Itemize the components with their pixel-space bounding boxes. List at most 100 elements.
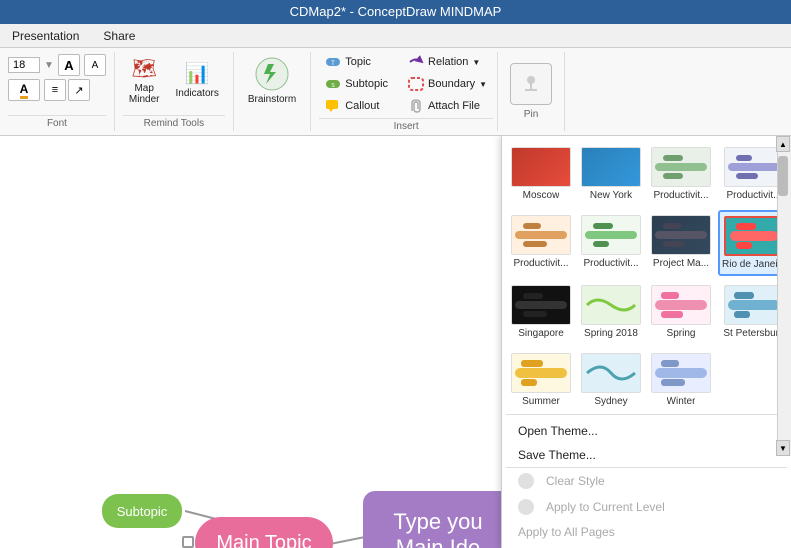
pin-label: Pin [524, 109, 538, 120]
brainstorm-btn[interactable]: Brainstorm [242, 52, 302, 108]
theme-panel: Moscow New York Productivit... Productiv… [501, 136, 791, 548]
boundary-btn[interactable]: Boundary ▼ [402, 74, 493, 94]
theme-sydney-label: Sydney [594, 396, 627, 407]
theme-prod4-thumb [581, 215, 641, 255]
canvas-area: Subtopic Subtopic Main Topic Type you Ma… [0, 136, 791, 548]
theme-proj-label: Project Ma... [653, 258, 709, 269]
panel-scrollbar[interactable]: ▲ ▼ [777, 136, 791, 456]
theme-singapore[interactable]: Singapore [508, 280, 574, 344]
theme-summer-label: Summer [522, 396, 560, 407]
insert-left-col: T Topic S Subtopic [319, 52, 394, 116]
attach-file-btn[interactable]: Attach File [402, 96, 493, 116]
theme-prod2-label: Productivit... [726, 190, 781, 201]
theme-prod4[interactable]: Productivit... [578, 210, 644, 276]
theme-spring18-thumb [581, 285, 641, 325]
topic-label: Topic [345, 56, 371, 68]
font-color-icon: A [20, 82, 29, 99]
remind-tools-content: 🗺 MapMinder 📊 Indicators [123, 52, 225, 113]
boundary-label: Boundary [428, 78, 475, 90]
theme-sydney[interactable]: Sydney [578, 348, 644, 412]
theme-stpete-label: St Petersburg [723, 328, 784, 339]
theme-newyork[interactable]: New York [578, 142, 644, 206]
theme-moscow-label: Moscow [523, 190, 560, 201]
apply-current-btn[interactable]: Apply to Current Level [502, 494, 791, 520]
theme-proj-thumb [651, 215, 711, 255]
map-minder-btn[interactable]: 🗺 MapMinder [123, 52, 166, 108]
theme-prod1[interactable]: Productivit... [648, 142, 714, 206]
theme-spring[interactable]: Spring [648, 280, 714, 344]
indicators-btn[interactable]: 📊 Indicators [169, 52, 224, 108]
save-theme-btn[interactable]: Save Theme... [502, 443, 791, 467]
save-theme-label: Save Theme... [518, 448, 596, 462]
theme-spring-thumb [651, 285, 711, 325]
theme-spring18[interactable]: Spring 2018 [578, 280, 644, 344]
attach-file-icon [408, 98, 424, 114]
relation-btn[interactable]: Relation ▼ [402, 52, 493, 72]
font-shrink-btn[interactable]: A [84, 54, 106, 76]
insert-content: T Topic S Subtopic [319, 52, 493, 116]
relation-dropdown[interactable]: ▼ [472, 58, 480, 67]
map-minder-label: MapMinder [129, 83, 160, 105]
topic-btn[interactable]: T Topic [319, 52, 394, 72]
insert-right-col: Relation ▼ Boundary ▼ [402, 52, 493, 116]
pin-area: Pin [498, 52, 565, 131]
theme-prod3[interactable]: Productivit... [508, 210, 574, 276]
subtopic-1-label: Subtopic [117, 504, 168, 519]
theme-prod4-label: Productivit... [583, 258, 638, 269]
font-group: ▼ A A A ≡ ↗ Font [0, 52, 115, 131]
pin-btn[interactable] [510, 63, 552, 105]
font-size-dropdown-icon[interactable]: ▼ [44, 60, 54, 71]
theme-summer[interactable]: Summer [508, 348, 574, 412]
relation-label: Relation [428, 56, 468, 68]
clear-style-label: Clear Style [546, 474, 605, 488]
callout-icon [325, 98, 341, 114]
center-topic-node[interactable]: Type you Main Ide [363, 491, 513, 548]
indicators-label: Indicators [175, 88, 218, 99]
theme-proj[interactable]: Project Ma... [648, 210, 714, 276]
theme-prod3-label: Productivit... [513, 258, 568, 269]
open-theme-label: Open Theme... [518, 424, 598, 438]
scrollbar-up-btn[interactable]: ▲ [776, 136, 790, 152]
font-color-btn[interactable]: A [8, 79, 40, 101]
menu-bar: Presentation Share [0, 24, 791, 48]
scrollbar-thumb[interactable] [778, 156, 788, 196]
boundary-dropdown[interactable]: ▼ [479, 80, 487, 89]
theme-spring-label: Spring [667, 328, 696, 339]
font-color-row: A ≡ ↗ [8, 79, 106, 101]
theme-moscow[interactable]: Moscow [508, 142, 574, 206]
center-topic-text: Type you Main Ide [393, 509, 482, 548]
remind-tools-group: 🗺 MapMinder 📊 Indicators Remind Tools [115, 52, 234, 131]
callout-btn[interactable]: Callout [319, 96, 394, 116]
format-row: ≡ ↗ [44, 79, 90, 101]
theme-winter-label: Winter [667, 396, 696, 407]
theme-singapore-label: Singapore [518, 328, 564, 339]
clear-style-btn[interactable]: Clear Style [502, 468, 791, 494]
app-title: CDMap2* - ConceptDraw MINDMAP [290, 4, 502, 19]
font-size-input[interactable] [8, 57, 40, 73]
subtopic-label: Subtopic [345, 78, 388, 90]
boundary-icon [408, 76, 424, 92]
font-group-label: Font [8, 115, 106, 129]
clear-style-icon [518, 473, 534, 489]
menu-share[interactable]: Share [99, 27, 139, 45]
indent-btn[interactable]: ↗ [68, 79, 90, 101]
subtopic-node-1[interactable]: Subtopic [102, 494, 182, 528]
font-grow-btn[interactable]: A [58, 54, 80, 76]
title-bar: CDMap2* - ConceptDraw MINDMAP [0, 0, 791, 24]
connector-handle[interactable] [182, 536, 194, 548]
scrollbar-down-btn[interactable]: ▼ [776, 440, 790, 456]
main-topic-node-1[interactable]: Main Topic [195, 517, 333, 548]
insert-group: T Topic S Subtopic [311, 52, 498, 131]
theme-menu-items: Open Theme... Save Theme... Clear Style … [502, 415, 791, 548]
subtopic-icon: S [325, 76, 341, 92]
open-theme-btn[interactable]: Open Theme... [502, 419, 791, 443]
align-btn[interactable]: ≡ [44, 79, 66, 101]
insert-group-label: Insert [319, 118, 493, 134]
ribbon: ▼ A A A ≡ ↗ Font 🗺 MapMinder [0, 48, 791, 136]
menu-presentation[interactable]: Presentation [8, 27, 83, 45]
subtopic-btn[interactable]: S Subtopic [319, 74, 394, 94]
apply-all-label: Apply to All Pages [518, 525, 615, 539]
theme-rio-thumb [724, 216, 784, 256]
apply-all-btn[interactable]: Apply to All Pages [502, 520, 791, 544]
theme-winter[interactable]: Winter [648, 348, 714, 412]
